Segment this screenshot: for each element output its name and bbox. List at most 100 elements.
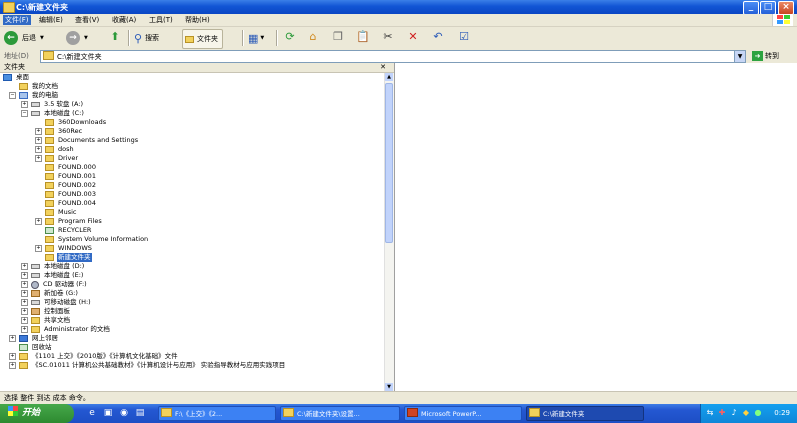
- expand-icon[interactable]: +: [35, 146, 42, 153]
- menu-help[interactable]: 帮助(H): [183, 15, 212, 25]
- vertical-scrollbar[interactable]: ▲ ▼: [384, 73, 394, 391]
- tree-item[interactable]: + CD 驱动器 (F:): [21, 280, 88, 289]
- home-icon[interactable]: ⌂: [306, 30, 320, 44]
- tray-app-icon[interactable]: ●: [753, 408, 763, 418]
- tree-item[interactable]: RECYCLER: [35, 226, 92, 235]
- tree-item[interactable]: + Administrator 的文档: [21, 325, 111, 334]
- collapse-icon[interactable]: −: [9, 92, 16, 99]
- tree-item[interactable]: + Documents and Settings: [35, 136, 139, 145]
- expand-icon[interactable]: +: [35, 155, 42, 162]
- tree-item[interactable]: FOUND.000: [35, 163, 97, 172]
- expand-icon[interactable]: +: [9, 362, 16, 369]
- scroll-down-icon[interactable]: ▼: [385, 383, 393, 391]
- expand-icon[interactable]: +: [21, 272, 28, 279]
- tree-item-selected[interactable]: 新建文件夹: [35, 253, 92, 262]
- expand-icon[interactable]: +: [21, 290, 28, 297]
- tree-item[interactable]: + WINDOWS: [35, 244, 93, 253]
- expand-icon[interactable]: +: [35, 245, 42, 252]
- expand-icon[interactable]: +: [21, 308, 28, 315]
- clock[interactable]: 0:29: [774, 404, 790, 423]
- expand-icon[interactable]: +: [21, 326, 28, 333]
- show-desktop-icon[interactable]: ▣: [102, 407, 114, 419]
- tree-item[interactable]: − 我的电脑: [9, 91, 59, 100]
- expand-icon[interactable]: +: [21, 281, 28, 288]
- tree-item[interactable]: 桌面: [3, 73, 30, 82]
- menu-edit[interactable]: 编辑(E): [37, 15, 65, 25]
- forward-button[interactable]: → ▼: [66, 29, 88, 47]
- scrollbar-thumb[interactable]: [385, 83, 393, 243]
- tree-item[interactable]: System Volume Information: [35, 235, 149, 244]
- go-button[interactable]: ➜ 转到: [752, 50, 779, 62]
- tree-item[interactable]: FOUND.003: [35, 190, 97, 199]
- security-tray-icon[interactable]: ✚: [717, 408, 727, 418]
- taskbar-item-active[interactable]: C:\新建文件夹: [526, 406, 644, 421]
- collapse-icon[interactable]: −: [21, 110, 28, 117]
- folders-button[interactable]: 文件夹: [182, 29, 223, 49]
- views-button[interactable]: ▦ ▼: [248, 29, 264, 47]
- tree-item[interactable]: + 《SC.01011 计算机公共基础教材》《计算机设计与应用》 实验指导教材与应…: [9, 361, 286, 370]
- tree-item[interactable]: + 《1101 上交》《2010版》《计算机文化基础》文件: [9, 352, 179, 361]
- taskbar-item[interactable]: C:\新建文件夹\设置...: [280, 406, 400, 421]
- media-player-icon[interactable]: ◉: [118, 407, 130, 419]
- start-button[interactable]: 开始: [0, 404, 74, 423]
- tree-item[interactable]: + 本地磁盘 (E:): [21, 271, 84, 280]
- expand-icon[interactable]: +: [35, 128, 42, 135]
- tree-item[interactable]: Music: [35, 208, 78, 217]
- expand-icon[interactable]: +: [21, 299, 28, 306]
- tree-item[interactable]: + 共享文档: [21, 316, 71, 325]
- expand-icon[interactable]: +: [21, 317, 28, 324]
- undo-icon[interactable]: ↶: [431, 30, 445, 44]
- folder-contents-pane[interactable]: [395, 63, 797, 391]
- back-button[interactable]: ← 后退 ▼: [4, 29, 44, 47]
- menu-favorites[interactable]: 收藏(A): [110, 15, 138, 25]
- tree-item[interactable]: +360Rec: [35, 127, 83, 136]
- expand-icon[interactable]: +: [21, 101, 28, 108]
- tree-item[interactable]: + dosh: [35, 145, 75, 154]
- close-button[interactable]: ×: [778, 1, 794, 15]
- properties-icon[interactable]: ☑: [457, 30, 471, 44]
- network-tray-icon[interactable]: ⇆: [705, 408, 715, 418]
- tree-item[interactable]: − 本地磁盘 (C:): [21, 109, 85, 118]
- expand-icon[interactable]: +: [35, 137, 42, 144]
- tree-item[interactable]: + 控制面板: [21, 307, 71, 316]
- tree-item[interactable]: FOUND.001: [35, 172, 97, 181]
- title-bar[interactable]: C:\新建文件夹 _ □ ×: [0, 0, 797, 15]
- taskbar-item[interactable]: F:\《上交》《2...: [158, 406, 276, 421]
- expand-icon[interactable]: +: [9, 335, 16, 342]
- menu-view[interactable]: 查看(V): [73, 15, 101, 25]
- address-dropdown-button[interactable]: ▼: [734, 51, 745, 62]
- tree-item[interactable]: + 网上邻居: [9, 334, 59, 343]
- scroll-up-icon[interactable]: ▲: [385, 73, 393, 81]
- tree-item[interactable]: + Driver: [35, 154, 79, 163]
- tree-item[interactable]: + 新加卷 (G:): [21, 289, 79, 298]
- minimize-button[interactable]: _: [743, 1, 759, 15]
- volume-icon[interactable]: ♪: [729, 408, 739, 418]
- menu-tools[interactable]: 工具(T): [147, 15, 175, 25]
- paste-icon[interactable]: 📋: [356, 30, 370, 44]
- cut-icon[interactable]: ✂: [381, 30, 395, 44]
- search-button[interactable]: ⚲ 搜索: [134, 29, 159, 47]
- maximize-button[interactable]: □: [760, 1, 776, 15]
- tree-item[interactable]: 360Downloads: [35, 118, 107, 127]
- tree-item[interactable]: + 本地磁盘 (D:): [21, 262, 85, 271]
- tree-item[interactable]: + Program Files: [35, 217, 103, 226]
- tree-item[interactable]: +3.5 软盘 (A:): [21, 100, 84, 109]
- tree-item[interactable]: FOUND.002: [35, 181, 97, 190]
- tree-item[interactable]: 我的文档: [9, 82, 59, 91]
- taskbar-item[interactable]: Microsoft PowerP...: [404, 406, 522, 421]
- expand-icon[interactable]: +: [9, 353, 16, 360]
- tree-item[interactable]: FOUND.004: [35, 199, 97, 208]
- up-folder-icon[interactable]: ⬆: [108, 30, 122, 44]
- tree-item[interactable]: + 可移动磁盘 (H:): [21, 298, 92, 307]
- delete-icon[interactable]: ✕: [406, 30, 420, 44]
- menu-file[interactable]: 文件(F): [3, 15, 31, 25]
- shield-icon[interactable]: ◆: [741, 408, 751, 418]
- close-pane-icon[interactable]: ✕: [380, 63, 386, 72]
- refresh-icon[interactable]: ⟳: [283, 30, 297, 44]
- ie-icon[interactable]: e: [86, 407, 98, 419]
- address-input[interactable]: C:\新建文件夹 ▼: [40, 50, 746, 63]
- quick-launch-icon[interactable]: ▤: [134, 407, 146, 419]
- tree-item[interactable]: 回收站: [9, 343, 53, 352]
- copy-to-icon[interactable]: ❐: [331, 30, 345, 44]
- expand-icon[interactable]: +: [35, 218, 42, 225]
